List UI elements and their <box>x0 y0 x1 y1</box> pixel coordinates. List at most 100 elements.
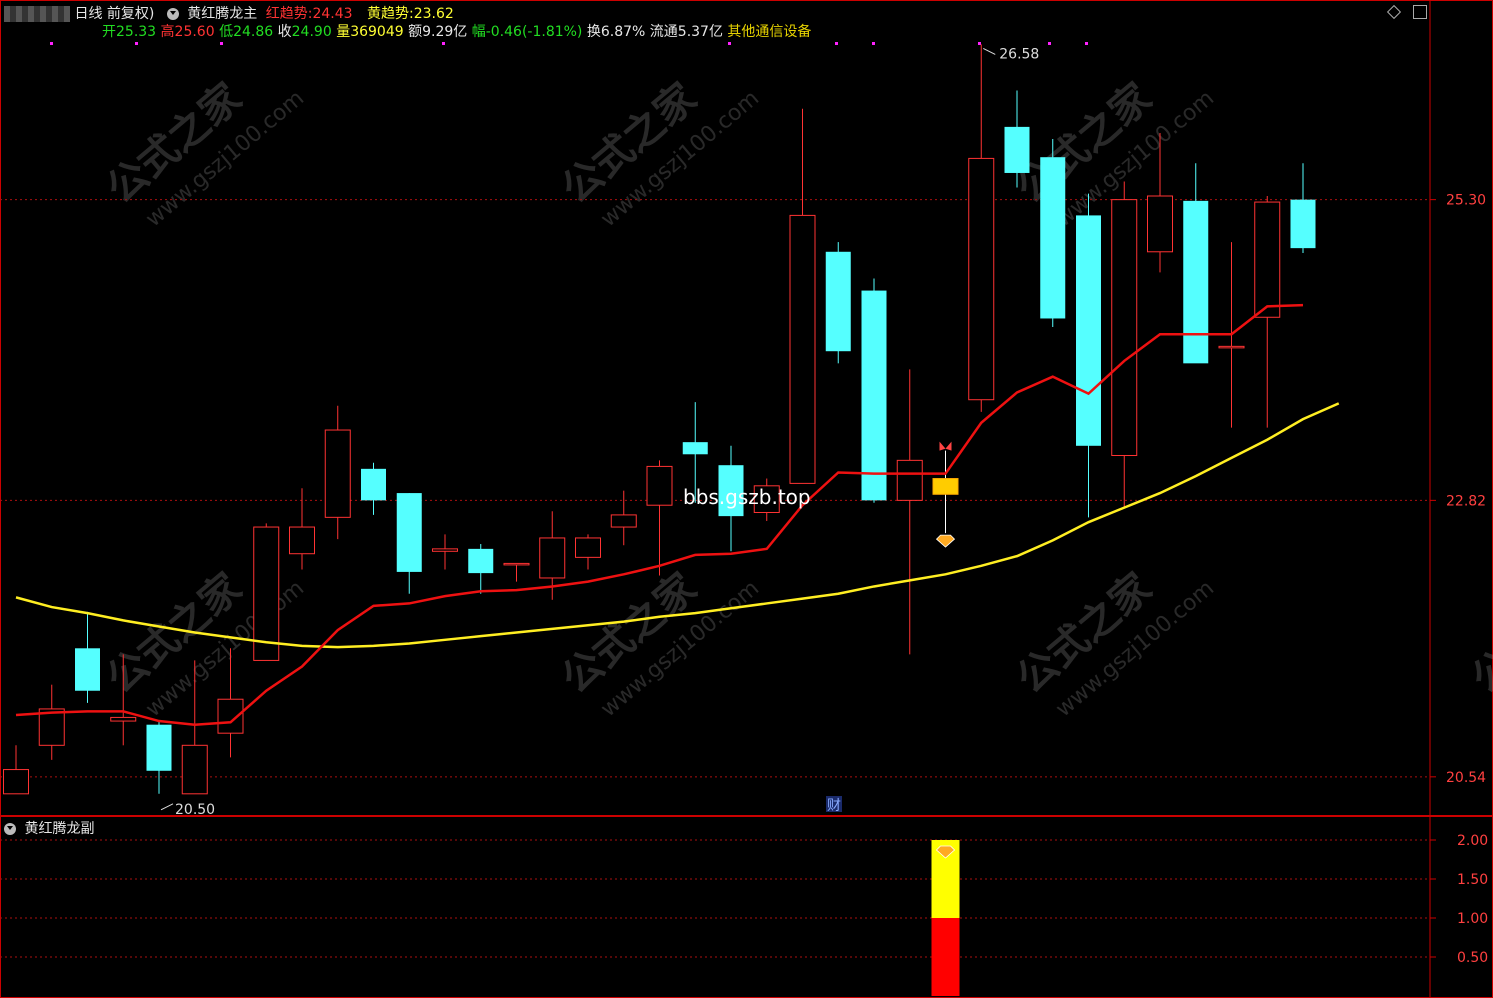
candle-body-up <box>646 465 673 506</box>
high-arrow-icon <box>983 47 996 55</box>
change-value: -0.46(-1.81%) <box>485 24 583 40</box>
candle-body-up <box>3 769 29 795</box>
signal-candle-body <box>932 478 959 495</box>
candle-body-up <box>1111 199 1138 456</box>
low-price-label: 20.50 <box>175 802 215 816</box>
close-value: 24.90 <box>291 24 332 40</box>
red-trend-value: 24.43 <box>312 6 353 22</box>
candle-body-up <box>1147 195 1173 253</box>
volume-value: 369049 <box>350 24 404 40</box>
amount-label: 额 <box>408 24 423 40</box>
high-label: 高 <box>160 24 175 40</box>
watermark: 公式之家www.gszj100.com <box>553 565 764 723</box>
sub-chart: 0.50 1.00 1.50 2.00 <box>0 816 1493 998</box>
y-tick-label: 25.30 <box>1446 193 1486 209</box>
low-label: 低 <box>219 24 234 40</box>
sub-y-tick-label: 2.00 <box>1457 833 1488 849</box>
watermark: 公式之家www.gszj100.com <box>553 75 764 233</box>
yellow-trend-label: 黄趋势: <box>367 6 414 22</box>
indicator-menu-icon[interactable] <box>166 8 179 20</box>
float-value: 5.37亿 <box>677 24 723 40</box>
candle-body-up <box>181 744 208 795</box>
sub-y-tick-label: 0.50 <box>1457 950 1488 966</box>
diamond-icon[interactable] <box>1386 4 1401 20</box>
yellow-trend-value: 23.62 <box>413 6 454 22</box>
sub-y-tick-label: 1.50 <box>1457 872 1488 888</box>
panel-toggle-icon[interactable] <box>1413 5 1427 19</box>
candle-body-up <box>896 459 923 501</box>
candle-body-down <box>861 290 887 501</box>
open-value: 25.33 <box>116 24 157 40</box>
candle-body-down <box>1183 200 1209 364</box>
sector-label[interactable]: 其他通信设备 <box>727 24 811 40</box>
candle-body-down <box>396 493 422 572</box>
candle-body-up <box>968 157 995 401</box>
turnover-value: 6.87% <box>600 24 646 40</box>
sub-frame <box>0 816 1493 998</box>
marker-dot <box>872 42 875 45</box>
marker-dot <box>978 42 981 45</box>
diamond-signal-icon <box>935 534 956 548</box>
candle-body-down <box>75 648 100 691</box>
change-label: 幅 <box>471 24 486 40</box>
sub-header: 黄红腾龙副 <box>4 818 94 838</box>
low-arrow-icon <box>160 803 174 811</box>
candle-body-down <box>825 251 851 352</box>
stock-name-blurred <box>4 6 70 22</box>
red-trend-label: 红趋势: <box>265 6 313 22</box>
watermark: 公式之家www.gszj100.com <box>1008 565 1219 723</box>
candle-body-down <box>1076 215 1101 446</box>
candle-body-down <box>146 724 172 771</box>
header-row-2: 开25.33 高25.60 低24.86 收24.90 量369049 额9.2… <box>102 21 811 40</box>
header-row-1: 日线 前复权) 黄红腾龙主 红趋势:24.43 黄趋势:23.62 <box>0 3 454 22</box>
marker-dot <box>835 42 838 45</box>
watermark: 公式之家www.gszj100.com <box>98 75 309 233</box>
low-value: 24.86 <box>233 24 274 40</box>
marker-dot <box>135 42 138 45</box>
y-tick-label: 22.82 <box>1446 493 1486 509</box>
signal-bar-red <box>931 918 960 996</box>
marker-dot <box>728 42 731 45</box>
candle-body-up <box>432 548 458 552</box>
main-chart: 公式之家www.gszj100.com 公式之家www.gszj100.com 公式… <box>0 0 1493 816</box>
cai-marker: 财 <box>827 798 841 814</box>
sub-indicator-menu-icon[interactable] <box>4 823 16 835</box>
sub-indicator-name[interactable]: 黄红腾龙副 <box>24 821 94 837</box>
open-label: 开 <box>102 24 116 40</box>
indicator-name[interactable]: 黄红腾龙主 <box>187 6 257 22</box>
candle-body-up <box>503 562 530 566</box>
candle-body-up <box>575 537 601 558</box>
candle-body-down <box>1004 126 1030 173</box>
candle-body-up <box>1218 345 1245 349</box>
volume-label: 量 <box>336 24 351 40</box>
float-label: 流通 <box>649 24 678 40</box>
y-tick-label: 20.54 <box>1446 770 1486 786</box>
marker-dot <box>220 42 223 45</box>
candle-body-up <box>324 429 351 518</box>
candle-body-up <box>289 526 315 555</box>
butterfly-icon <box>939 441 952 451</box>
candle-body-down <box>361 468 386 501</box>
marker-dot <box>1048 42 1051 45</box>
high-price-label: 26.58 <box>999 46 1039 62</box>
candle-body-up <box>539 537 566 579</box>
candle-body-up <box>789 214 816 484</box>
period-label[interactable]: 日线 前复权) <box>74 6 154 22</box>
close-label: 收 <box>277 24 292 40</box>
marker-dot <box>442 42 445 45</box>
candle-body-down <box>1040 157 1066 319</box>
candle-body-down <box>682 442 708 455</box>
high-value: 25.60 <box>174 24 215 40</box>
watermark-cn: 公式之家 <box>1463 565 1493 703</box>
watermark: 公式之家www.gszj100.com <box>1463 565 1493 703</box>
amount-value: 9.29亿 <box>422 24 468 40</box>
turnover-label: 换 <box>586 24 601 40</box>
candle-body-up <box>110 716 137 722</box>
candle-body-down <box>468 548 494 574</box>
sub-y-tick-label: 1.00 <box>1457 911 1488 927</box>
candle-body-up <box>1254 201 1281 318</box>
candle-body-up <box>610 514 637 528</box>
site-watermark: bbs.gszb.top <box>683 485 811 509</box>
window-controls <box>1379 4 1427 20</box>
marker-dot <box>1085 42 1088 45</box>
